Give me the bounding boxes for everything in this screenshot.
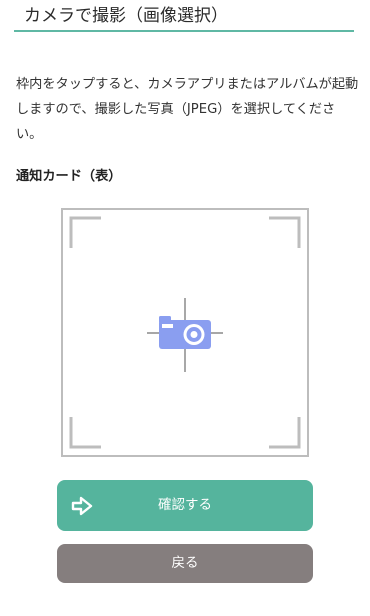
- frame-guides: [69, 216, 301, 449]
- photo-capture-frame[interactable]: [61, 208, 309, 457]
- header-divider: [14, 30, 354, 32]
- arrow-right-icon: [71, 496, 93, 516]
- corner-bottom-right: [269, 417, 301, 449]
- back-button[interactable]: 戻る: [57, 544, 313, 583]
- camera-icon: [159, 316, 211, 349]
- back-button-label: 戻る: [171, 555, 199, 571]
- corner-top-left: [69, 216, 101, 248]
- corner-top-right: [269, 216, 301, 248]
- confirm-button[interactable]: 確認する: [57, 480, 313, 531]
- instruction-text: 枠内をタップすると、カメラアプリまたはアルバムが起動しますので、撮影した写真（J…: [16, 77, 359, 142]
- corner-bottom-left: [69, 417, 101, 449]
- confirm-button-label: 確認する: [158, 497, 212, 513]
- page-title: カメラで撮影（画像選択）: [24, 6, 228, 26]
- section-label: 通知カード（表）: [16, 169, 122, 184]
